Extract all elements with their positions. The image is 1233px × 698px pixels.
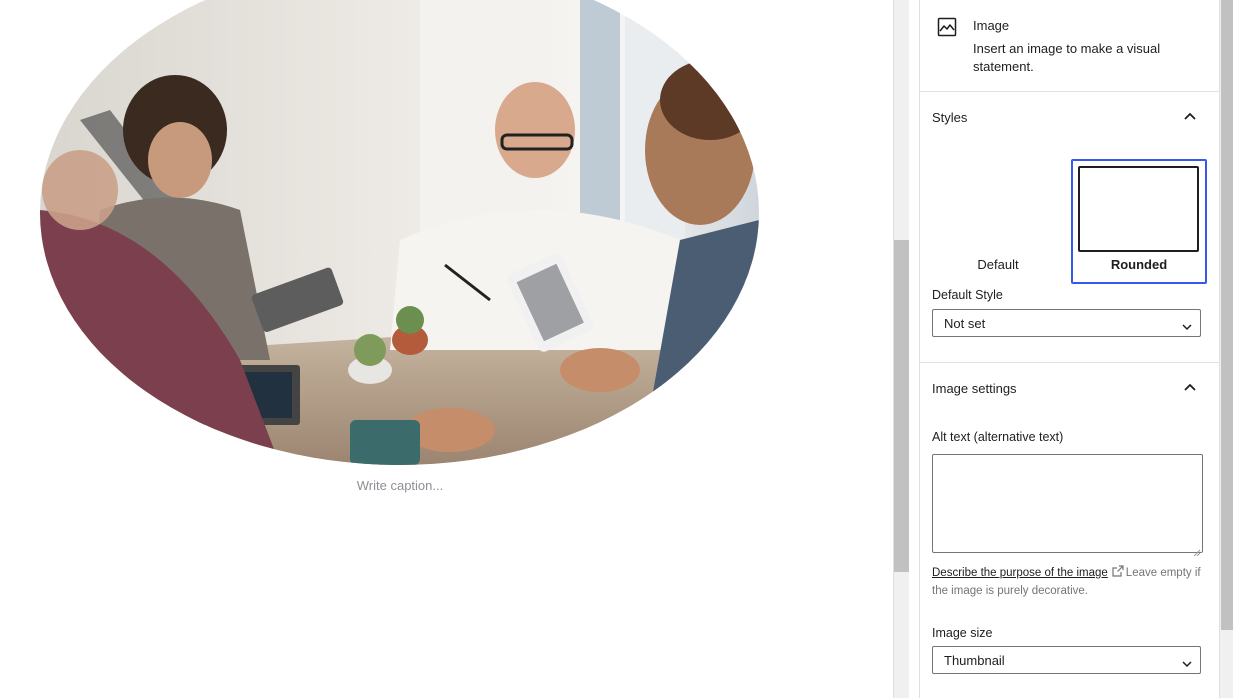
block-card: Image Insert an image to make a visual s… bbox=[920, 0, 1219, 92]
alt-text-help: Describe the purpose of the image Leave e… bbox=[932, 564, 1207, 600]
style-option-default[interactable]: Default bbox=[931, 160, 1065, 283]
image-block[interactable] bbox=[40, 0, 759, 465]
chevron-up-icon[interactable] bbox=[1183, 109, 1197, 123]
block-description: Insert an image to make a visual stateme… bbox=[973, 41, 1161, 74]
resize-grip-icon[interactable] bbox=[1193, 543, 1201, 557]
block-title: Image bbox=[973, 18, 1010, 33]
default-style-value: Not set bbox=[944, 316, 986, 331]
style-option-rounded[interactable]: Rounded bbox=[1071, 159, 1207, 284]
sidebar-scrollbar[interactable] bbox=[1219, 0, 1233, 698]
alt-text-input[interactable] bbox=[932, 454, 1203, 557]
alt-text-label: Alt text (alternative text) bbox=[932, 430, 1064, 444]
default-style-select[interactable]: Not set bbox=[932, 309, 1201, 337]
style-option-label: Default bbox=[977, 257, 1019, 272]
caption-input[interactable]: Write caption... bbox=[0, 478, 800, 493]
meeting-photo[interactable] bbox=[40, 0, 759, 465]
image-size-label: Image size bbox=[932, 626, 993, 640]
image-size-select[interactable]: Thumbnail bbox=[932, 646, 1201, 674]
settings-sidebar: Image Insert an image to make a visual s… bbox=[909, 0, 1219, 698]
canvas-scrollbar[interactable] bbox=[893, 0, 910, 698]
chevron-down-icon bbox=[1182, 319, 1192, 331]
styles-panel-title: Styles bbox=[932, 110, 968, 125]
external-link-icon bbox=[1112, 565, 1124, 577]
image-settings-title: Image settings bbox=[932, 381, 1017, 396]
chevron-up-icon[interactable] bbox=[1183, 380, 1197, 394]
image-settings-header[interactable]: Image settings bbox=[920, 363, 1219, 413]
image-icon bbox=[937, 17, 957, 37]
style-preview bbox=[1078, 166, 1199, 252]
sidebar-scrollbar-thumb[interactable] bbox=[1221, 0, 1233, 630]
chevron-down-icon bbox=[1182, 656, 1192, 668]
describe-purpose-link[interactable]: Describe the purpose of the image bbox=[932, 567, 1108, 579]
image-size-value: Thumbnail bbox=[944, 653, 1005, 668]
styles-panel-header[interactable]: Styles bbox=[920, 92, 1219, 142]
default-style-label: Default Style bbox=[932, 288, 1003, 302]
canvas-scrollbar-thumb[interactable] bbox=[894, 240, 910, 572]
editor-canvas: Write caption... bbox=[0, 0, 893, 698]
style-option-label: Rounded bbox=[1110, 257, 1168, 272]
